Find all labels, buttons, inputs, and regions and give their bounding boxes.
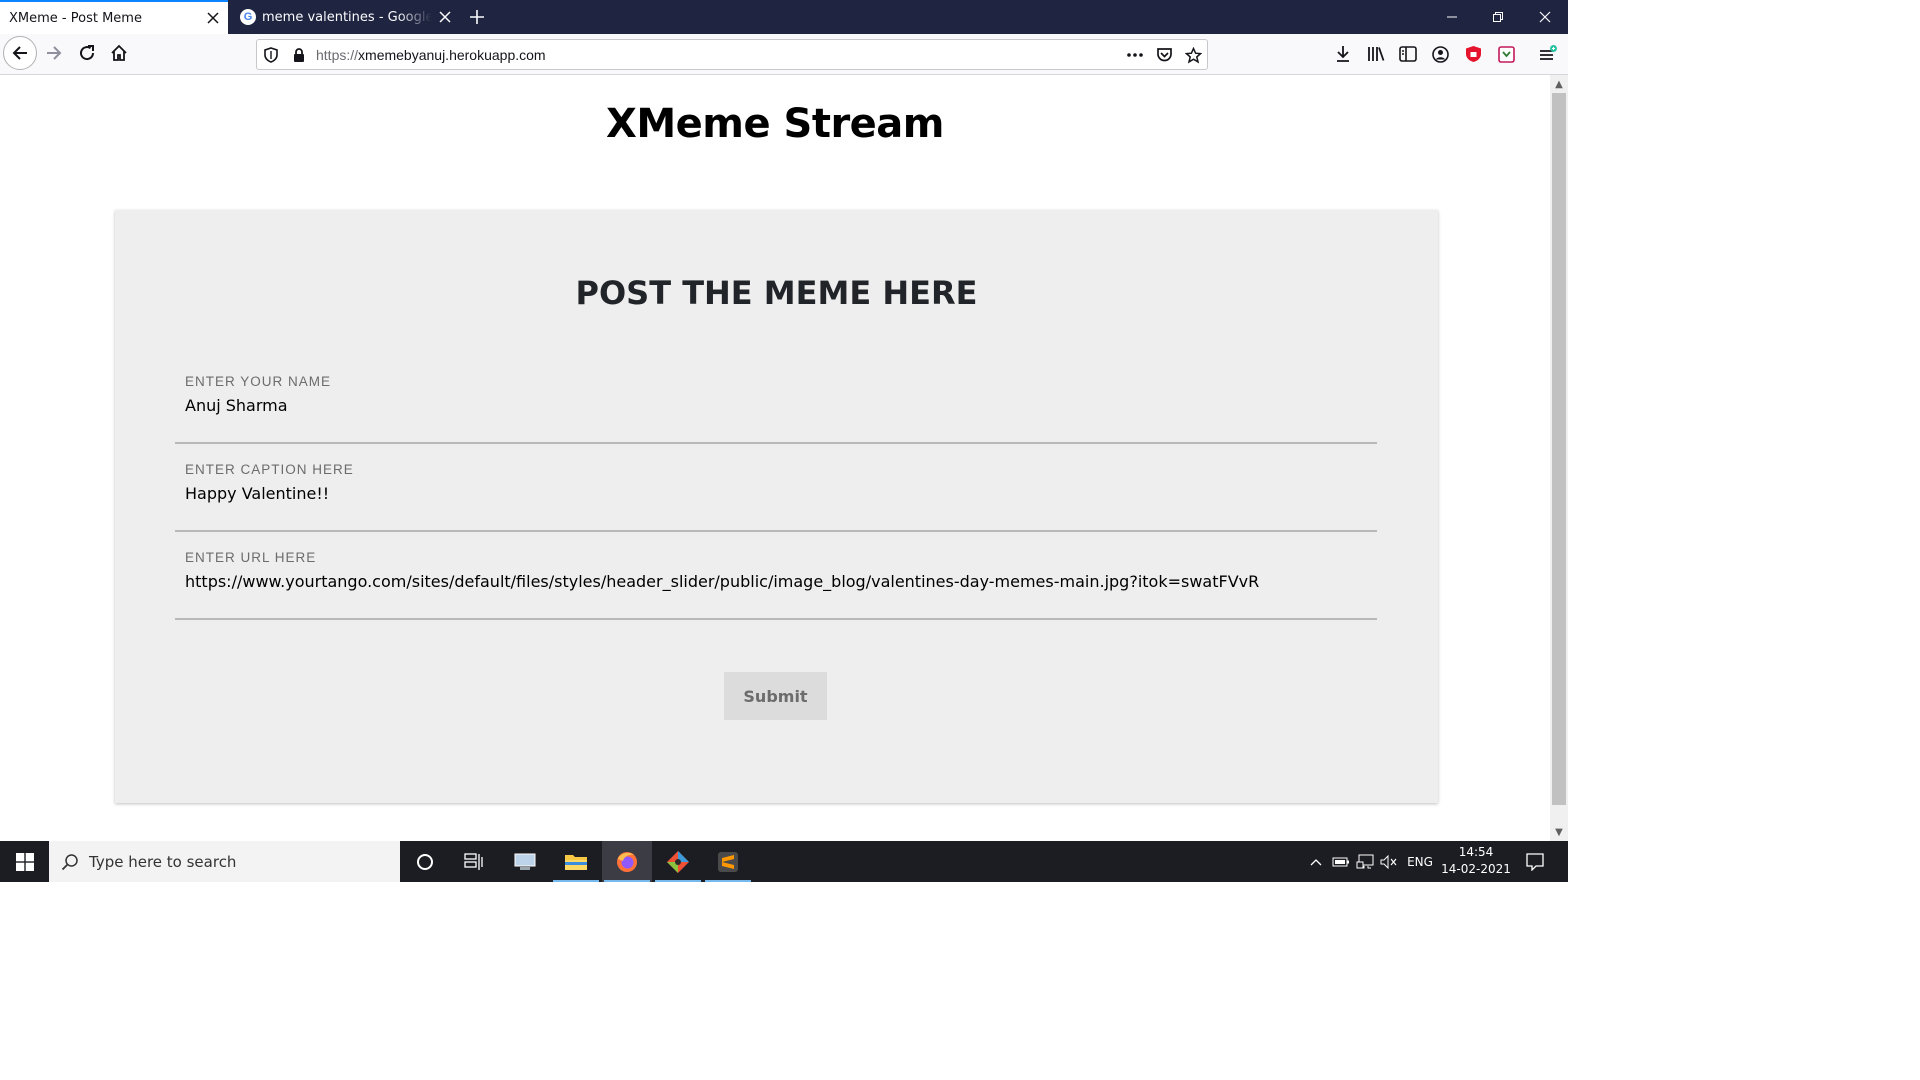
clock[interactable]: 14:54 14-02-2021 [1440,844,1512,878]
extension-icon [1497,45,1515,63]
firefox-icon [617,851,637,872]
tab-strip: XMeme - Post Meme G meme valentines - Go… [0,0,1568,34]
caption-field: ENTER CAPTION HERE [175,462,1377,532]
git-icon [667,850,689,873]
menu-button[interactable] [1532,38,1564,70]
account-icon [1431,45,1449,63]
name-field: ENTER YOUR NAME [175,374,1377,444]
url-text[interactable]: https://xmemebyanuj.herokuapp.com [316,47,546,63]
close-window-button[interactable] [1522,0,1568,34]
task-view-icon [464,852,483,870]
scroll-thumb[interactable] [1552,93,1566,805]
forward-button[interactable] [37,36,71,70]
page-actions-icon[interactable] [1124,44,1146,66]
chevron-up-icon [1310,858,1322,865]
name-input[interactable] [185,396,1365,415]
scroll-down-icon[interactable]: ▼ [1550,823,1568,841]
network-icon [1356,854,1374,868]
battery-button[interactable] [1330,841,1352,882]
windows-logo-icon [15,852,34,871]
search-placeholder: Type here to search [89,852,237,871]
library-button[interactable] [1360,38,1392,70]
library-icon [1368,47,1385,61]
taskbar-app-network[interactable] [500,841,550,882]
url-bar[interactable]: https://xmemebyanuj.herokuapp.com [256,39,1208,70]
windows-taskbar: Type here to search ENG 14:54 14-02-2021 [0,841,1568,882]
name-label: ENTER YOUR NAME [185,374,332,389]
lock-icon[interactable] [288,44,310,66]
back-button[interactable] [3,36,37,70]
pocket-icon[interactable] [1153,44,1175,66]
sidebar-icon [1399,46,1417,62]
clock-date: 14-02-2021 [1441,862,1511,876]
scroll-up-icon[interactable]: ▲ [1550,75,1568,93]
google-icon: G [240,9,256,25]
post-meme-form: POST THE MEME HERE ENTER YOUR NAME ENTER… [115,210,1438,803]
new-tab-button[interactable] [462,0,492,34]
downloads-button[interactable] [1327,38,1359,70]
taskbar-app-git[interactable] [653,841,703,882]
network-button[interactable] [1354,841,1376,882]
cortana-circle-icon [417,853,433,870]
sublime-text-icon [718,851,738,872]
account-button[interactable] [1424,38,1456,70]
url-input[interactable] [185,572,1365,591]
url-scheme: https:// [316,47,359,63]
url-host: xmemebyanuj.herokuapp.com [358,47,546,63]
reload-icon [80,45,95,61]
reload-button[interactable] [70,36,104,70]
tab-xmeme-post-meme[interactable]: XMeme - Post Meme [0,0,228,34]
page-scrollbar[interactable]: ▲ ▼ [1550,75,1568,841]
ublock-extension-button[interactable] [1457,38,1489,70]
cortana-button[interactable] [400,841,450,882]
url-field: ENTER URL HERE [175,550,1377,620]
taskbar-app-file-explorer[interactable] [551,841,601,882]
bookmark-star-icon[interactable] [1182,44,1204,66]
arrow-left-icon [12,46,27,60]
browser-window: XMeme - Post Meme G meme valentines - Go… [0,0,1568,882]
taskbar-search-box[interactable]: Type here to search [49,841,400,882]
battery-icon [1332,857,1349,866]
shield-icon [1465,46,1481,62]
navigation-toolbar: https://xmemebyanuj.herokuapp.com [0,34,1568,75]
form-title: POST THE MEME HERE [575,274,978,312]
volume-button[interactable] [1378,841,1400,882]
home-button[interactable] [102,36,136,70]
submit-button[interactable]: Submit [724,672,827,720]
computer-icon [514,853,536,870]
clock-time: 14:54 [1458,845,1494,859]
extension-button[interactable] [1490,38,1522,70]
close-tab-icon[interactable] [200,5,226,31]
volume-muted-icon [1380,854,1397,869]
arrow-right-icon [47,46,62,60]
tab-title: meme valentines - Google Search [262,9,432,25]
tab-google-search[interactable]: G meme valentines - Google Search [230,0,460,34]
taskbar-app-firefox[interactable] [602,841,652,882]
url-label: ENTER URL HERE [185,550,317,565]
home-icon [111,44,127,61]
notification-icon [1526,852,1544,871]
search-icon [61,853,78,870]
folder-icon [565,854,587,870]
minimize-button[interactable] [1429,0,1475,34]
show-hidden-icons-button[interactable] [1306,841,1326,882]
action-center-button[interactable] [1518,841,1552,882]
start-button[interactable] [0,841,49,882]
tracking-shield-icon[interactable] [260,44,282,66]
task-view-button[interactable] [449,841,499,882]
caption-label: ENTER CAPTION HERE [185,462,354,477]
hamburger-menu-icon [1540,45,1557,60]
taskbar-app-sublime-text[interactable] [703,841,753,882]
caption-input[interactable] [185,484,1365,503]
plus-icon [470,10,484,24]
restore-button[interactable] [1475,0,1521,34]
tab-title: XMeme - Post Meme [9,10,142,26]
site-title: XMeme Stream [606,101,944,147]
page-content: XMeme Stream POST THE MEME HERE ENTER YO… [0,75,1550,841]
language-indicator[interactable]: ENG [1403,841,1437,882]
sidebar-button[interactable] [1392,38,1424,70]
close-tab-icon[interactable] [432,4,458,30]
download-icon [1337,46,1349,62]
